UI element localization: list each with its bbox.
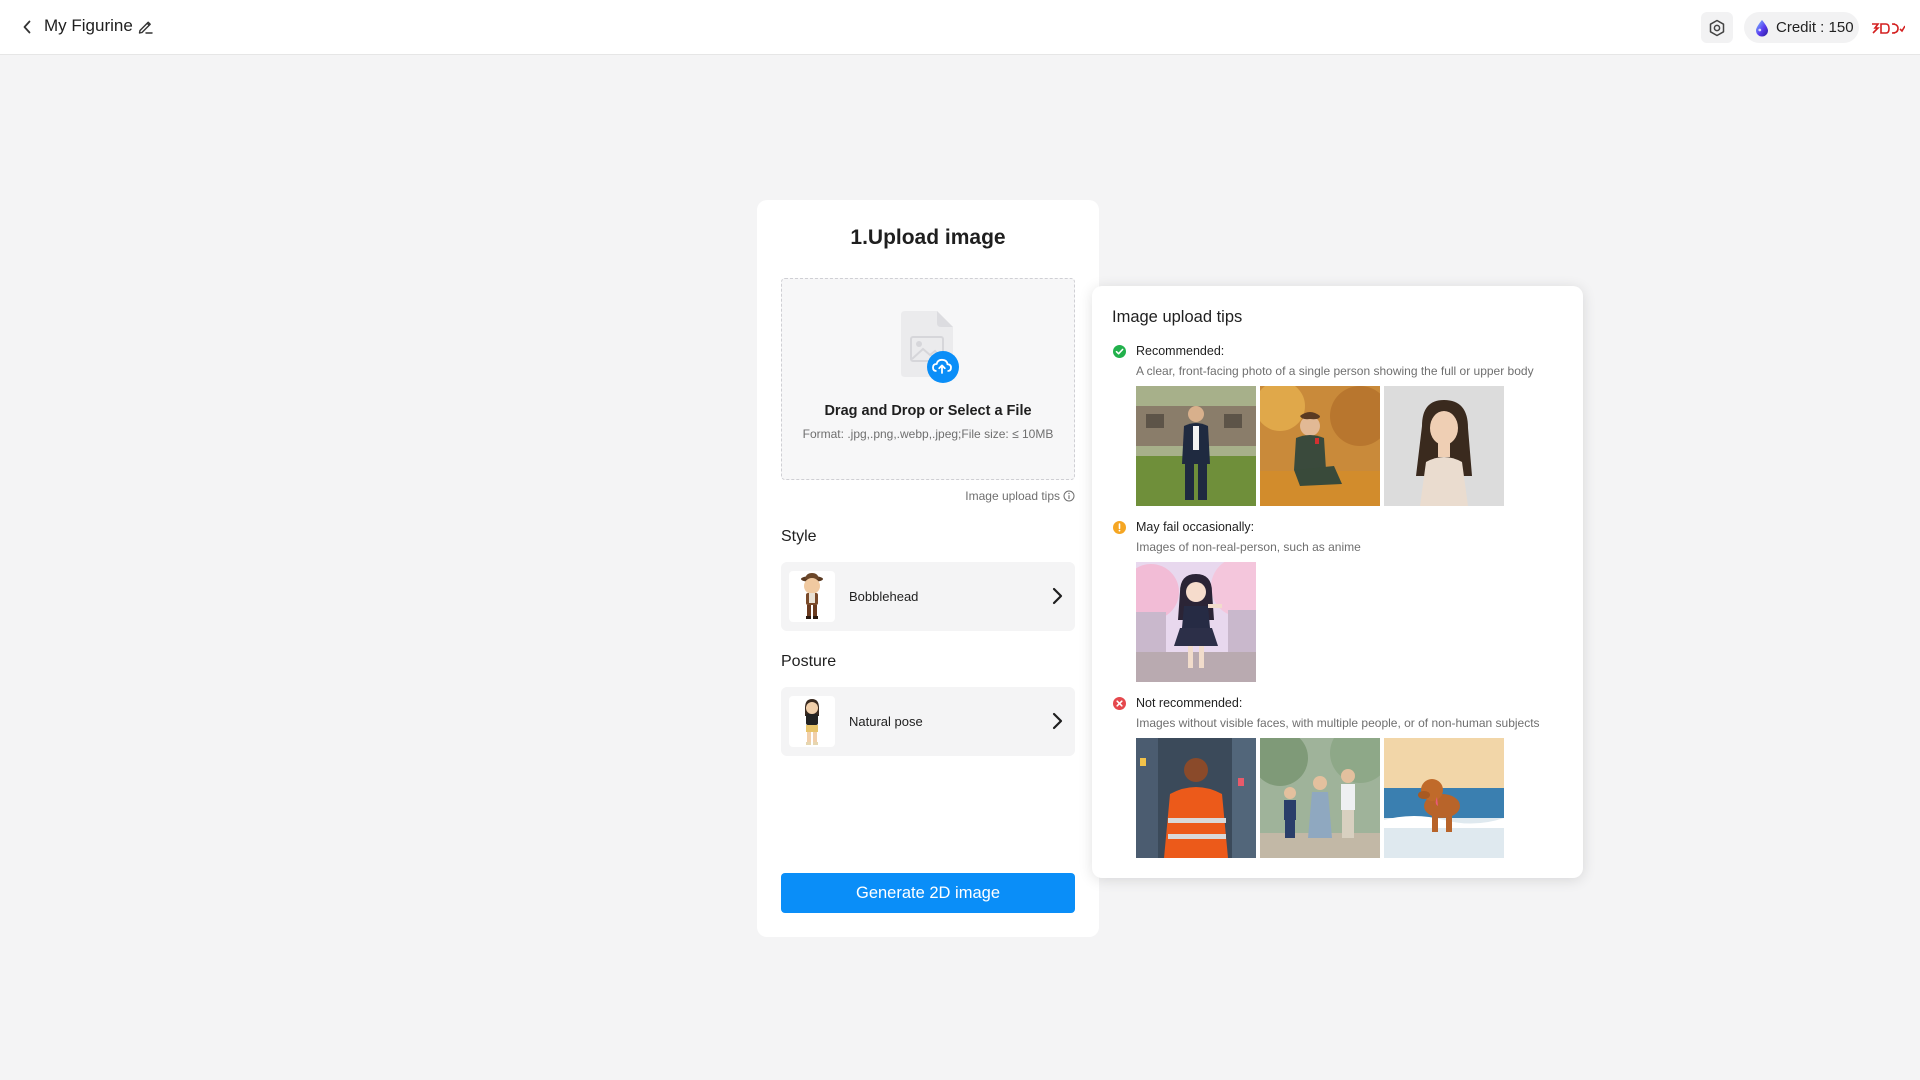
dropzone-title: Drag and Drop or Select a File <box>824 403 1032 419</box>
not-recommended-example-image <box>1136 738 1256 858</box>
recommended-example-image <box>1136 386 1256 506</box>
upload-card: 1.Upload image Drag and Drop or Select a… <box>757 200 1099 937</box>
style-thumbnail <box>789 571 835 622</box>
check-icon <box>1113 345 1126 358</box>
recommended-heading: Recommended: <box>1136 344 1225 358</box>
style-selector[interactable]: Bobblehead <box>781 562 1075 631</box>
chevron-left-icon <box>23 20 31 34</box>
top-bar: My Figurine Credit : 150 <box>0 0 1920 55</box>
info-icon <box>1063 490 1075 502</box>
may-fail-example-image <box>1136 562 1256 682</box>
back-button[interactable] <box>16 15 38 39</box>
dropzone-format-hint: Format: .jpg,.png,.webp,.jpeg;File size:… <box>802 427 1054 441</box>
bobblehead-figure-image <box>801 573 823 619</box>
tips-title: Image upload tips <box>1112 308 1243 326</box>
upload-tips-link[interactable]: Image upload tips <box>965 489 1075 503</box>
not-recommended-example-image <box>1260 738 1380 858</box>
generate-2d-image-button[interactable]: Generate 2D image <box>781 873 1075 913</box>
may-fail-description: Images of non-real-person, such as anime <box>1136 540 1361 554</box>
error-icon <box>1113 697 1126 710</box>
file-upload-icon <box>901 311 959 383</box>
not-recommended-example-image <box>1384 738 1504 858</box>
chevron-right-icon <box>1052 712 1063 730</box>
style-value: Bobblehead <box>849 589 919 604</box>
may-fail-heading: May fail occasionally: <box>1136 520 1255 534</box>
pencil-icon <box>138 21 153 34</box>
recommended-example-image <box>1260 386 1380 506</box>
not-recommended-heading: Not recommended: <box>1136 696 1243 710</box>
credit-label: Credit : 150 <box>1776 19 1854 36</box>
posture-thumbnail <box>789 696 835 747</box>
upload-step-title: 1.Upload image <box>850 226 1006 249</box>
posture-value: Natural pose <box>849 714 923 729</box>
warning-icon <box>1113 521 1126 534</box>
recommended-description: A clear, front-facing photo of a single … <box>1136 364 1534 378</box>
page-title: My Figurine <box>44 16 133 35</box>
posture-section-label: Posture <box>781 653 837 670</box>
edit-title-button[interactable] <box>135 16 155 36</box>
chevron-right-icon <box>1052 587 1063 605</box>
brand-logo-icon <box>1872 23 1905 34</box>
not-recommended-description: Images without visible faces, with multi… <box>1136 716 1540 730</box>
upload-tips-popover: Image upload tips Recommended: A clear, … <box>1092 286 1583 878</box>
recommended-example-image <box>1384 386 1504 506</box>
style-section-label: Style <box>781 528 817 545</box>
settings-icon <box>1709 19 1725 36</box>
credit-gem-icon <box>1756 19 1768 36</box>
credit-button[interactable]: Credit : 150 <box>1744 12 1859 43</box>
settings-button[interactable] <box>1701 12 1733 43</box>
posture-selector[interactable]: Natural pose <box>781 687 1075 756</box>
upload-tips-label: Image upload tips <box>965 489 1060 503</box>
file-dropzone[interactable]: Drag and Drop or Select a File Format: .… <box>781 278 1075 480</box>
brand-logo[interactable] <box>1870 19 1906 37</box>
natural-pose-figure-image <box>805 699 819 745</box>
